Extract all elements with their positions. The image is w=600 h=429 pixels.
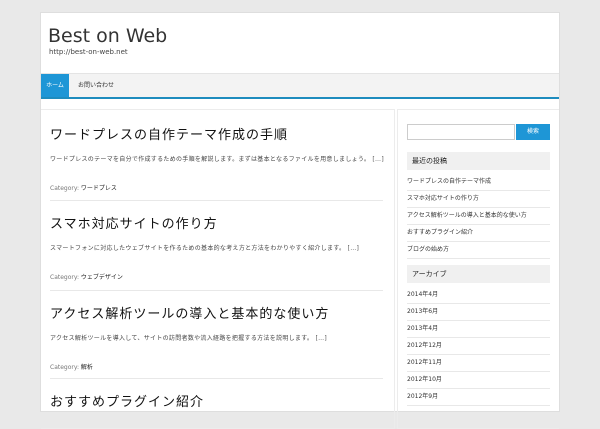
recent-post-link[interactable]: アクセス解析ツールの導入と基本的な使い方	[407, 208, 550, 225]
category-link[interactable]: ワードプレス	[81, 185, 117, 192]
nav-item-contact[interactable]: お問い合わせ	[71, 74, 121, 98]
post-title[interactable]: アクセス解析ツールの導入と基本的な使い方	[50, 303, 383, 322]
post-4: おすすめプラグイン紹介	[50, 391, 383, 410]
post-divider	[50, 200, 383, 201]
archives-title: アーカイブ	[407, 265, 550, 283]
category-label: Category:	[50, 364, 79, 371]
excerpt-text: ワードプレスのテーマを自分で作成するための手順を解説します。まずは基本となるファ…	[50, 156, 371, 163]
site-title[interactable]: Best on Web	[48, 25, 167, 47]
archive-link[interactable]: 2012年9月	[407, 389, 550, 406]
post-category: Category: ワードプレス	[50, 183, 383, 192]
nav-underline	[41, 97, 559, 99]
excerpt-text: スマートフォンに対応したウェブサイトを作るための基本的な考え方と方法をわかりやす…	[50, 245, 346, 252]
post-title[interactable]: おすすめプラグイン紹介	[50, 391, 383, 410]
more-link[interactable]: […]	[372, 156, 384, 163]
recent-post-link[interactable]: おすすめプラグイン紹介	[407, 225, 550, 242]
main-nav: ホーム お問い合わせ	[41, 73, 559, 98]
post-divider	[50, 378, 383, 379]
post-excerpt: アクセス解析ツールを導入して、サイトの訪問者数や流入経路を把握する方法を説明しま…	[50, 333, 383, 342]
site-container: Best on Web http://best-on-web.net ホーム お…	[40, 12, 560, 429]
sidebar: 検索 最近の投稿 ワードプレスの自作テーマ作成 スマホ対応サイトの作り方 アクセ…	[397, 109, 559, 429]
excerpt-text: アクセス解析ツールを導入して、サイトの訪問者数や流入経路を把握する方法を説明しま…	[50, 335, 314, 342]
archives-list: 2014年4月 2013年6月 2013年4月 2012年12月 2012年11…	[407, 287, 550, 406]
search-button[interactable]: 検索	[516, 124, 550, 140]
more-link[interactable]: […]	[348, 245, 360, 252]
category-link[interactable]: ウェブデザイン	[81, 274, 123, 281]
archive-link[interactable]: 2012年11月	[407, 355, 550, 372]
post-category: Category: ウェブデザイン	[50, 272, 383, 281]
site-description: http://best-on-web.net	[49, 48, 128, 56]
post-excerpt: ワードプレスのテーマを自分で作成するための手順を解説します。まずは基本となるファ…	[50, 154, 384, 163]
archive-link[interactable]: 2012年10月	[407, 372, 550, 389]
archive-link[interactable]: 2013年6月	[407, 304, 550, 321]
site-header: Best on Web http://best-on-web.net	[41, 13, 559, 73]
recent-posts-list: ワードプレスの自作テーマ作成 スマホ対応サイトの作り方 アクセス解析ツールの導入…	[407, 174, 550, 259]
recent-post-link[interactable]: スマホ対応サイトの作り方	[407, 191, 550, 208]
archive-link[interactable]: 2014年4月	[407, 287, 550, 304]
post-3: アクセス解析ツールの導入と基本的な使い方 アクセス解析ツールを導入して、サイトの…	[50, 303, 383, 371]
main-content: ワードプレスの自作テーマ作成の手順 ワードプレスのテーマを自分で作成するための手…	[41, 109, 395, 429]
category-label: Category:	[50, 274, 79, 281]
post-excerpt: スマートフォンに対応したウェブサイトを作るための基本的な考え方と方法をわかりやす…	[50, 243, 383, 252]
post-title[interactable]: ワードプレスの自作テーマ作成の手順	[50, 124, 383, 143]
category-link[interactable]: 解析	[81, 364, 93, 371]
post-category: Category: 解析	[50, 362, 383, 371]
category-label: Category:	[50, 185, 79, 192]
archive-link[interactable]: 2012年12月	[407, 338, 550, 355]
post-2: スマホ対応サイトの作り方 スマートフォンに対応したウェブサイトを作るための基本的…	[50, 213, 383, 281]
search-input[interactable]	[407, 124, 515, 140]
archive-link[interactable]: 2013年4月	[407, 321, 550, 338]
post-1: ワードプレスの自作テーマ作成の手順 ワードプレスのテーマを自分で作成するための手…	[50, 124, 384, 192]
post-divider	[50, 290, 383, 291]
recent-post-link[interactable]: ワードプレスの自作テーマ作成	[407, 174, 550, 191]
recent-posts-title: 最近の投稿	[407, 152, 550, 170]
recent-post-link[interactable]: ブログの始め方	[407, 242, 550, 259]
post-title[interactable]: スマホ対応サイトの作り方	[50, 213, 383, 232]
nav-item-home[interactable]: ホーム	[41, 74, 69, 98]
more-link[interactable]: […]	[315, 335, 327, 342]
